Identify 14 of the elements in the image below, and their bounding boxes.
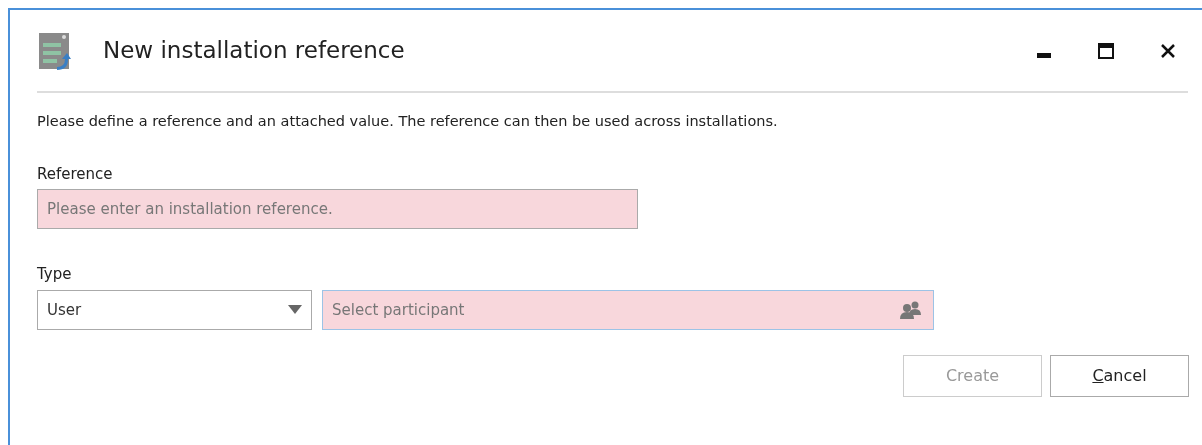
field-label: Reference	[37, 163, 114, 185]
type-dropdown[interactable]: User	[37, 289, 312, 330]
maximize-icon	[1097, 41, 1115, 60]
cancel-button[interactable]: Cancel	[1050, 354, 1189, 397]
reference-field[interactable]: Please enter an installation reference.	[37, 189, 638, 230]
users-icon	[900, 300, 922, 319]
window-title: New installation reference	[103, 36, 406, 66]
dropdown-caret-icon	[288, 305, 302, 315]
close-icon	[1159, 41, 1177, 60]
field-label: Type	[37, 264, 73, 286]
minimize-icon	[1037, 53, 1051, 58]
server-icon	[37, 30, 71, 71]
participant-field[interactable]: Select participant	[322, 289, 934, 330]
description-text: Please define a reference and an attached value. The reference can then be used across installations.	[37, 112, 779, 131]
